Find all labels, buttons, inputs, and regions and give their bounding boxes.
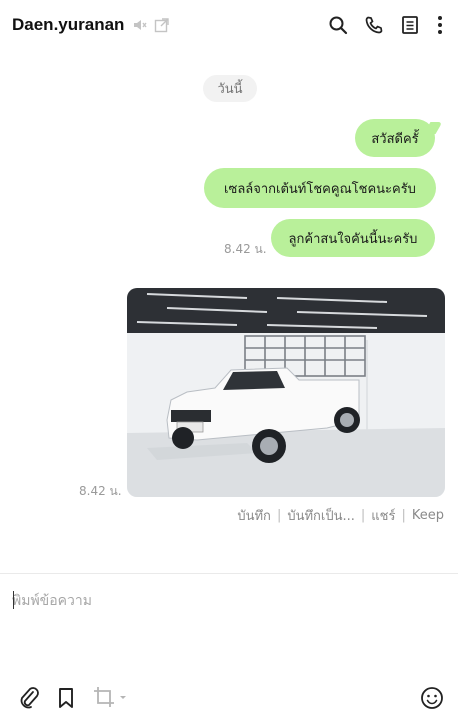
crop-icon[interactable] [92, 683, 128, 713]
message-bubble[interactable]: เซลล์จากเต้นท์โชคคูณโชคนะครับ [204, 168, 436, 208]
save-photo-link[interactable]: บันทึก [237, 505, 271, 526]
chat-window: Daen.yuranan วันนี้ สวัสดีครั้ เซลล์จากเ… [0, 0, 458, 720]
phone-call-icon[interactable] [356, 12, 392, 38]
separator: | [276, 508, 282, 523]
emoji-icon[interactable] [420, 683, 444, 713]
photo-actions: บันทึก | บันทึกเป็น... | แชร์ | Keep [237, 505, 444, 526]
photo-attachment[interactable] [127, 288, 445, 497]
separator: | [401, 508, 406, 523]
message-bubble[interactable]: สวัสดีครั้ [355, 119, 435, 157]
popout-window-icon[interactable] [154, 17, 170, 33]
more-vertical-icon[interactable] [428, 12, 452, 38]
date-separator: วันนี้ [203, 75, 257, 102]
paperclip-icon[interactable] [18, 683, 40, 713]
bookmark-icon[interactable] [56, 683, 76, 713]
message-timestamp: 8.42 น. [224, 242, 267, 256]
composer-toolbar [0, 683, 458, 713]
message-input[interactable] [12, 590, 442, 670]
chat-header: Daen.yuranan [0, 0, 458, 50]
separator: | [360, 508, 366, 523]
notes-list-icon[interactable] [392, 12, 428, 38]
header-actions [320, 12, 452, 38]
keep-link[interactable]: Keep [412, 508, 444, 523]
share-link[interactable]: แชร์ [371, 505, 395, 526]
save-as-link[interactable]: บันทึกเป็น... [287, 505, 355, 526]
pickup-truck-photo [127, 288, 445, 497]
text-caret [13, 591, 14, 609]
composer-divider [0, 573, 458, 574]
message-bubble[interactable]: ลูกค้าสนใจคันนี้นะครับ [271, 219, 435, 257]
photo-timestamp: 8.42 น. [79, 484, 122, 498]
contact-name[interactable]: Daen.yuranan [12, 15, 124, 35]
search-icon[interactable] [320, 12, 356, 38]
speaker-muted-icon[interactable] [132, 17, 148, 33]
